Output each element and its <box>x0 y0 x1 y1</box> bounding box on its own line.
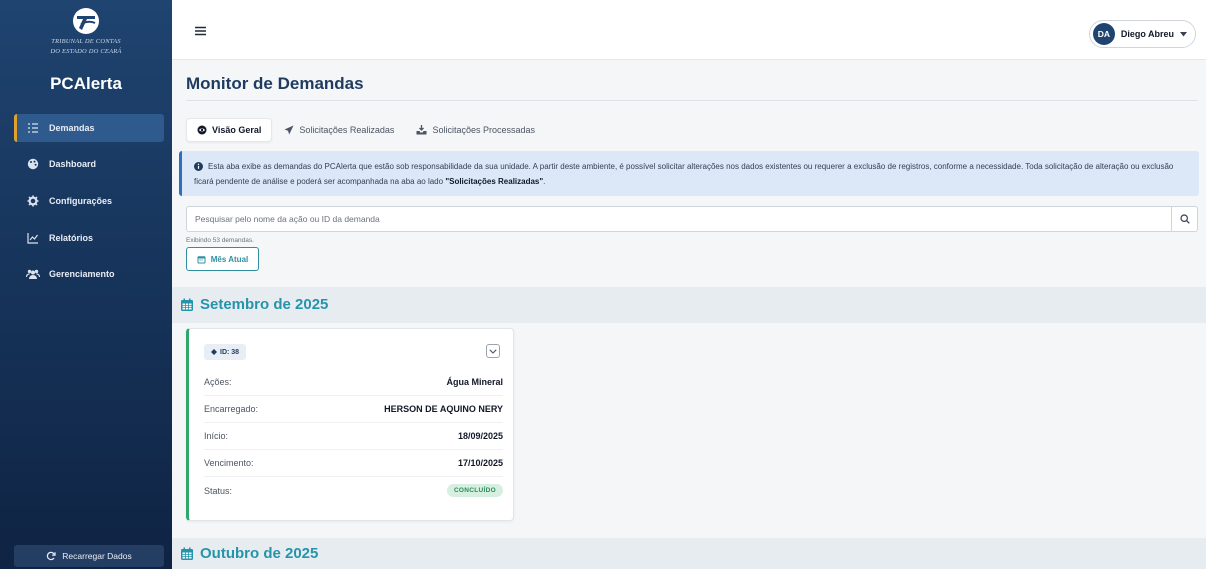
divider <box>186 100 1198 101</box>
line-chart-icon <box>26 231 40 245</box>
refresh-icon <box>46 551 56 561</box>
chevron-down-icon <box>489 348 497 354</box>
avatar: DA <box>1092 23 1115 45</box>
row-label: Vencimento: <box>204 458 254 468</box>
palette-icon <box>26 157 40 171</box>
eye-icon <box>197 125 207 135</box>
user-name: Diego Abreu <box>1120 29 1174 39</box>
tce-logo: TRIBUNAL DE CONTAS DO ESTADO DO CEARÁ <box>0 6 172 56</box>
tab-solicitacoes-realizadas[interactable]: Solicitações Realizadas <box>274 118 404 142</box>
row-label: Encarregado: <box>204 404 259 414</box>
brand-name: PCAlerta <box>50 74 122 93</box>
logo-text-line1: TRIBUNAL DE CONTAS <box>51 38 121 45</box>
card-row-acoes: Ações: Água Mineral <box>204 369 503 396</box>
sidebar-item-dashboard[interactable]: Dashboard <box>14 150 164 178</box>
alert-text-end: . <box>543 177 546 186</box>
logo-text-line2: DO ESTADO DO CEARÁ <box>50 48 122 55</box>
sidebar-item-gerenciamento[interactable]: Gerenciamento <box>14 260 164 288</box>
row-label: Início: <box>204 431 229 441</box>
sidebar-item-label: Relatórios <box>49 233 94 243</box>
inbox-icon <box>416 125 427 135</box>
id-badge: ID: 38 <box>204 344 247 360</box>
month-title: Outubro de 2025 <box>180 545 318 562</box>
caret-down-icon <box>1180 31 1187 36</box>
users-icon <box>26 267 40 281</box>
tab-visao-geral[interactable]: Visão Geral <box>186 118 273 142</box>
alert-text: Esta aba exibe as demandas do PCAlerta q… <box>194 162 1174 186</box>
list-icon <box>26 121 40 135</box>
search-bar <box>186 206 1198 232</box>
calendar-icon <box>180 298 194 312</box>
calendar-icon <box>180 547 194 561</box>
row-label: Status: <box>204 485 233 496</box>
sidebar-item-label: Dashboard <box>49 159 97 169</box>
sidebar: TRIBUNAL DE CONTAS DO ESTADO DO CEARÁ PC… <box>0 0 172 569</box>
tab-label: Solicitações Processadas <box>432 125 535 135</box>
sidebar-item-label: Gerenciamento <box>49 269 115 279</box>
reload-label: Recarregar Dados <box>62 551 132 561</box>
tab-solicitacoes-processadas[interactable]: Solicitações Processadas <box>406 118 545 142</box>
row-value: HERSON DE AQUINO NERY <box>384 404 503 414</box>
page-title: Monitor de Demandas <box>186 74 364 93</box>
calendar-icon <box>197 255 206 264</box>
alert-bold-text: "Solicitações Realizadas" <box>445 177 544 186</box>
id-label: ID: 38 <box>220 348 240 356</box>
info-icon <box>194 162 203 175</box>
sidebar-item-demandas[interactable]: Demandas <box>14 114 164 142</box>
row-label: Ações: <box>204 377 232 387</box>
row-value: 18/09/2025 <box>457 431 503 441</box>
result-count: Exibindo 53 demandas. <box>186 237 254 244</box>
month-label: Setembro de 2025 <box>200 296 329 313</box>
month-label: Outubro de 2025 <box>200 545 319 562</box>
sidebar-item-configuracoes[interactable]: Configurações <box>14 187 164 215</box>
card-row-status: Status: CONCLUÍDO <box>204 477 503 504</box>
search-input[interactable] <box>187 207 1171 231</box>
sidebar-item-relatorios[interactable]: Relatórios <box>14 224 164 252</box>
tab-label: Visão Geral <box>212 125 262 135</box>
month-filter-label: Mês Atual <box>210 254 249 264</box>
sidebar-item-label: Configurações <box>49 196 113 206</box>
tab-label: Solicitações Realizadas <box>299 125 395 135</box>
diamond-icon <box>211 349 217 355</box>
row-value: Água Mineral <box>446 377 503 387</box>
top-bar: DA Diego Abreu <box>172 0 1206 60</box>
paper-plane-icon <box>284 125 294 135</box>
card-row-encarregado: Encarregado: HERSON DE AQUINO NERY <box>204 396 503 423</box>
menu-toggle-button[interactable] <box>195 23 206 41</box>
info-alert: Esta aba exibe as demandas do PCAlerta q… <box>179 151 1199 196</box>
demand-card[interactable]: ID: 38 Ações: Água Mineral Encarregado: … <box>186 328 514 521</box>
status-badge: CONCLUÍDO <box>446 484 503 497</box>
expand-card-button[interactable] <box>486 344 500 358</box>
sidebar-item-label: Demandas <box>49 123 95 133</box>
month-title: Setembro de 2025 <box>180 296 328 313</box>
month-section-header <box>172 538 1206 569</box>
hamburger-icon <box>195 26 206 36</box>
row-value: 17/10/2025 <box>457 458 503 468</box>
search-icon <box>1179 214 1190 224</box>
current-month-filter-button[interactable]: Mês Atual <box>186 247 259 271</box>
tce-logo-icon <box>73 8 99 34</box>
search-button[interactable] <box>1171 207 1197 231</box>
user-menu[interactable]: DA Diego Abreu <box>1088 20 1196 48</box>
card-row-vencimento: Vencimento: 17/10/2025 <box>204 450 503 477</box>
gear-icon <box>26 194 40 208</box>
tab-bar: Visão Geral Solicitações Realizadas Soli… <box>186 118 547 142</box>
reload-data-button[interactable]: Recarregar Dados <box>14 545 164 567</box>
card-row-inicio: Início: 18/09/2025 <box>204 423 503 450</box>
